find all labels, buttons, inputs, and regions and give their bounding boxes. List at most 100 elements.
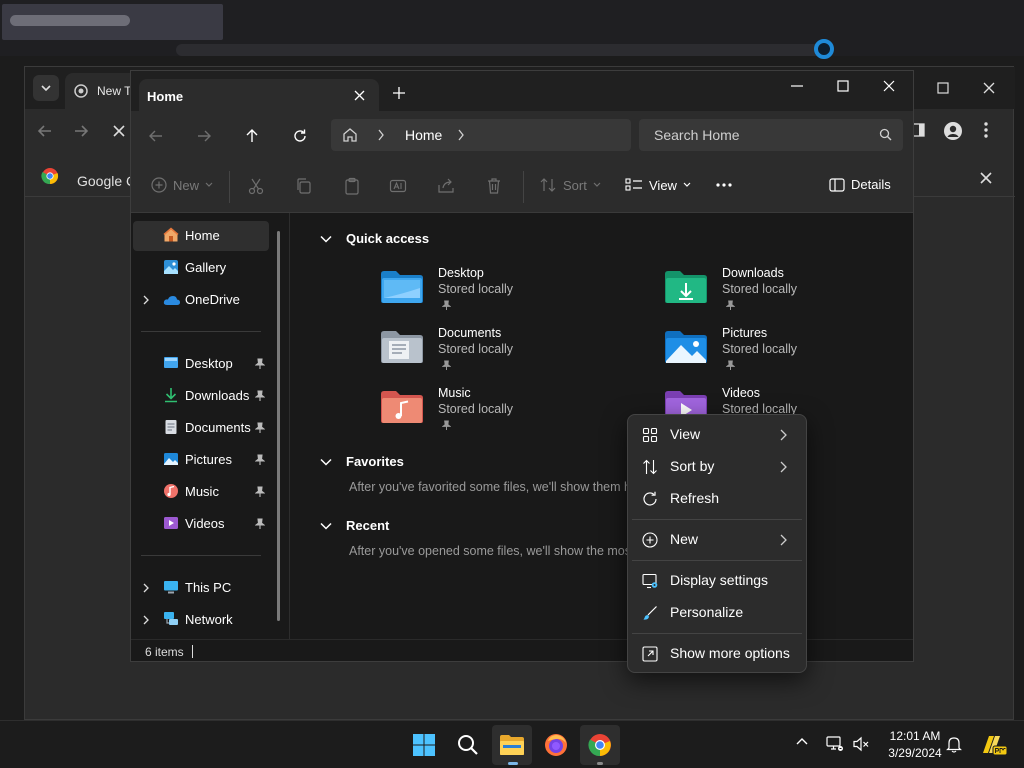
maximize-icon: [837, 80, 849, 92]
pin-icon[interactable]: [255, 358, 265, 370]
pin-icon[interactable]: [255, 486, 265, 498]
explorer-minimize-button[interactable]: [791, 85, 803, 87]
sidebar-item-home[interactable]: Home: [133, 221, 269, 251]
paste-button[interactable]: [343, 177, 361, 195]
search-placeholder: Search Home: [654, 127, 740, 143]
sidebar-item-desktop[interactable]: Desktop: [133, 349, 269, 379]
breadcrumb-home[interactable]: Home: [405, 127, 442, 143]
explorer-up-button[interactable]: [237, 121, 267, 151]
context-menu-item-sort-by[interactable]: Sort by: [632, 452, 802, 482]
chevron-right-icon[interactable]: [143, 615, 149, 625]
clock-time[interactable]: 12:01 AM: [880, 729, 950, 743]
sidebar-item-music[interactable]: Music: [133, 477, 269, 507]
context-menu-item-view[interactable]: View: [632, 420, 802, 450]
context-menu-item-display-settings[interactable]: Display settings: [632, 566, 802, 596]
quick-access-item-downloads[interactable]: Downloads Stored locally: [664, 266, 913, 322]
more-horizontal-icon: [716, 183, 732, 187]
see-more-button[interactable]: [715, 177, 733, 193]
recent-header[interactable]: Recent: [320, 518, 389, 533]
rename-icon: [389, 179, 407, 193]
show-more-options-icon: [642, 646, 658, 662]
network-icon: [163, 611, 179, 627]
explorer-search-input[interactable]: Search Home: [639, 119, 903, 151]
sidebar-item-pictures[interactable]: Pictures: [133, 445, 269, 475]
quick-access-item-pictures[interactable]: Pictures Stored locally: [664, 326, 913, 382]
taskbar: 12:01 AM 3/29/2024: [0, 720, 1024, 768]
explorer-refresh-button[interactable]: [285, 121, 315, 151]
chrome-maximize-button[interactable]: [931, 77, 955, 99]
arrow-right-icon: [198, 130, 211, 142]
taskbar-firefox[interactable]: [536, 725, 576, 765]
breadcrumb-chevron-icon[interactable]: [377, 129, 385, 141]
breadcrumb-chevron-icon[interactable]: [457, 129, 465, 141]
chrome-close-button[interactable]: [977, 77, 1001, 99]
view-button[interactable]: View: [625, 177, 691, 193]
show-hidden-icons-button[interactable]: [796, 737, 808, 745]
explorer-new-tab-button[interactable]: [393, 87, 405, 99]
sidebar-item-documents[interactable]: Documents: [133, 413, 269, 443]
cut-button[interactable]: [247, 177, 265, 195]
details-pane-button[interactable]: Details: [829, 177, 891, 192]
explorer-close-button[interactable]: [883, 80, 895, 92]
notifications-button[interactable]: [946, 735, 962, 753]
chevron-right-icon[interactable]: [143, 583, 149, 593]
quick-access-item-music[interactable]: Music Stored locally: [380, 386, 640, 442]
explorer-forward-button[interactable]: [189, 121, 219, 151]
chevron-down-icon: [205, 182, 213, 187]
pin-icon[interactable]: [255, 422, 265, 434]
context-menu-item-refresh[interactable]: Refresh: [632, 484, 802, 514]
start-button[interactable]: [404, 725, 444, 765]
chrome-bookmark-label[interactable]: Google C: [77, 173, 131, 189]
clock-date[interactable]: 3/29/2024: [880, 746, 950, 760]
chrome-back-button[interactable]: [37, 123, 53, 139]
sort-button[interactable]: Sort: [539, 177, 601, 193]
taskbar-search-button[interactable]: [448, 725, 488, 765]
sidebar-item-gallery[interactable]: Gallery: [133, 253, 269, 283]
taskbar-file-explorer[interactable]: [492, 725, 532, 765]
explorer-address-field[interactable]: Home: [331, 119, 631, 151]
brush-icon: [642, 605, 658, 621]
chrome-bookmark-close-button[interactable]: [979, 171, 993, 185]
sidebar-item-network[interactable]: Network: [133, 605, 269, 635]
chrome-tab-search-button[interactable]: [33, 75, 59, 101]
chrome-forward-button[interactable]: [73, 123, 89, 139]
sidebar-item-onedrive[interactable]: OneDrive: [133, 285, 269, 315]
context-menu-item-personalize[interactable]: Personalize: [632, 598, 802, 628]
explorer-tab[interactable]: Home: [139, 79, 379, 111]
pin-icon[interactable]: [255, 454, 265, 466]
context-menu-item-new[interactable]: New: [632, 525, 802, 555]
volume-button[interactable]: [852, 735, 870, 753]
sidebar-item-this-pc[interactable]: This PC: [133, 573, 269, 603]
network-status-button[interactable]: [826, 735, 844, 753]
new-button[interactable]: New: [151, 177, 213, 193]
explorer-content-area[interactable]: Quick access Desktop Stored locally Down…: [290, 213, 913, 639]
navigation-scrollbar[interactable]: [277, 231, 280, 621]
google-chrome-icon: [41, 167, 59, 185]
explorer-tab-close-button[interactable]: [351, 87, 367, 103]
delete-button[interactable]: [485, 177, 503, 195]
taskbar-chrome[interactable]: [580, 725, 620, 765]
pin-icon[interactable]: [255, 518, 265, 530]
chrome-profile-button[interactable]: [943, 121, 963, 141]
sidebar-divider: [141, 331, 261, 332]
explorer-maximize-button[interactable]: [837, 80, 849, 92]
sidebar-item-videos[interactable]: Videos: [133, 509, 269, 539]
chrome-menu-button[interactable]: [983, 121, 989, 139]
chevron-right-icon[interactable]: [143, 295, 149, 305]
pin-icon[interactable]: [255, 390, 265, 402]
chrome-stop-button[interactable]: [111, 123, 127, 139]
quick-access-header[interactable]: Quick access: [320, 231, 429, 246]
quick-access-item-desktop[interactable]: Desktop Stored locally: [380, 266, 640, 322]
copy-button[interactable]: [295, 177, 313, 195]
copilot-preview-button[interactable]: [980, 733, 1008, 757]
explorer-back-button[interactable]: [141, 121, 171, 151]
rename-button[interactable]: [389, 177, 407, 195]
context-menu-item-show-more-options[interactable]: Show more options: [632, 639, 802, 669]
refresh-icon: [294, 129, 306, 142]
sidebar-item-downloads[interactable]: Downloads: [133, 381, 269, 411]
recent-empty-hint: After you've opened some files, we'll sh…: [349, 544, 629, 558]
favorites-header[interactable]: Favorites: [320, 454, 404, 469]
quick-access-item-documents[interactable]: Documents Stored locally: [380, 326, 640, 382]
share-button[interactable]: [437, 177, 455, 195]
pictures-folder-icon: [664, 330, 708, 364]
